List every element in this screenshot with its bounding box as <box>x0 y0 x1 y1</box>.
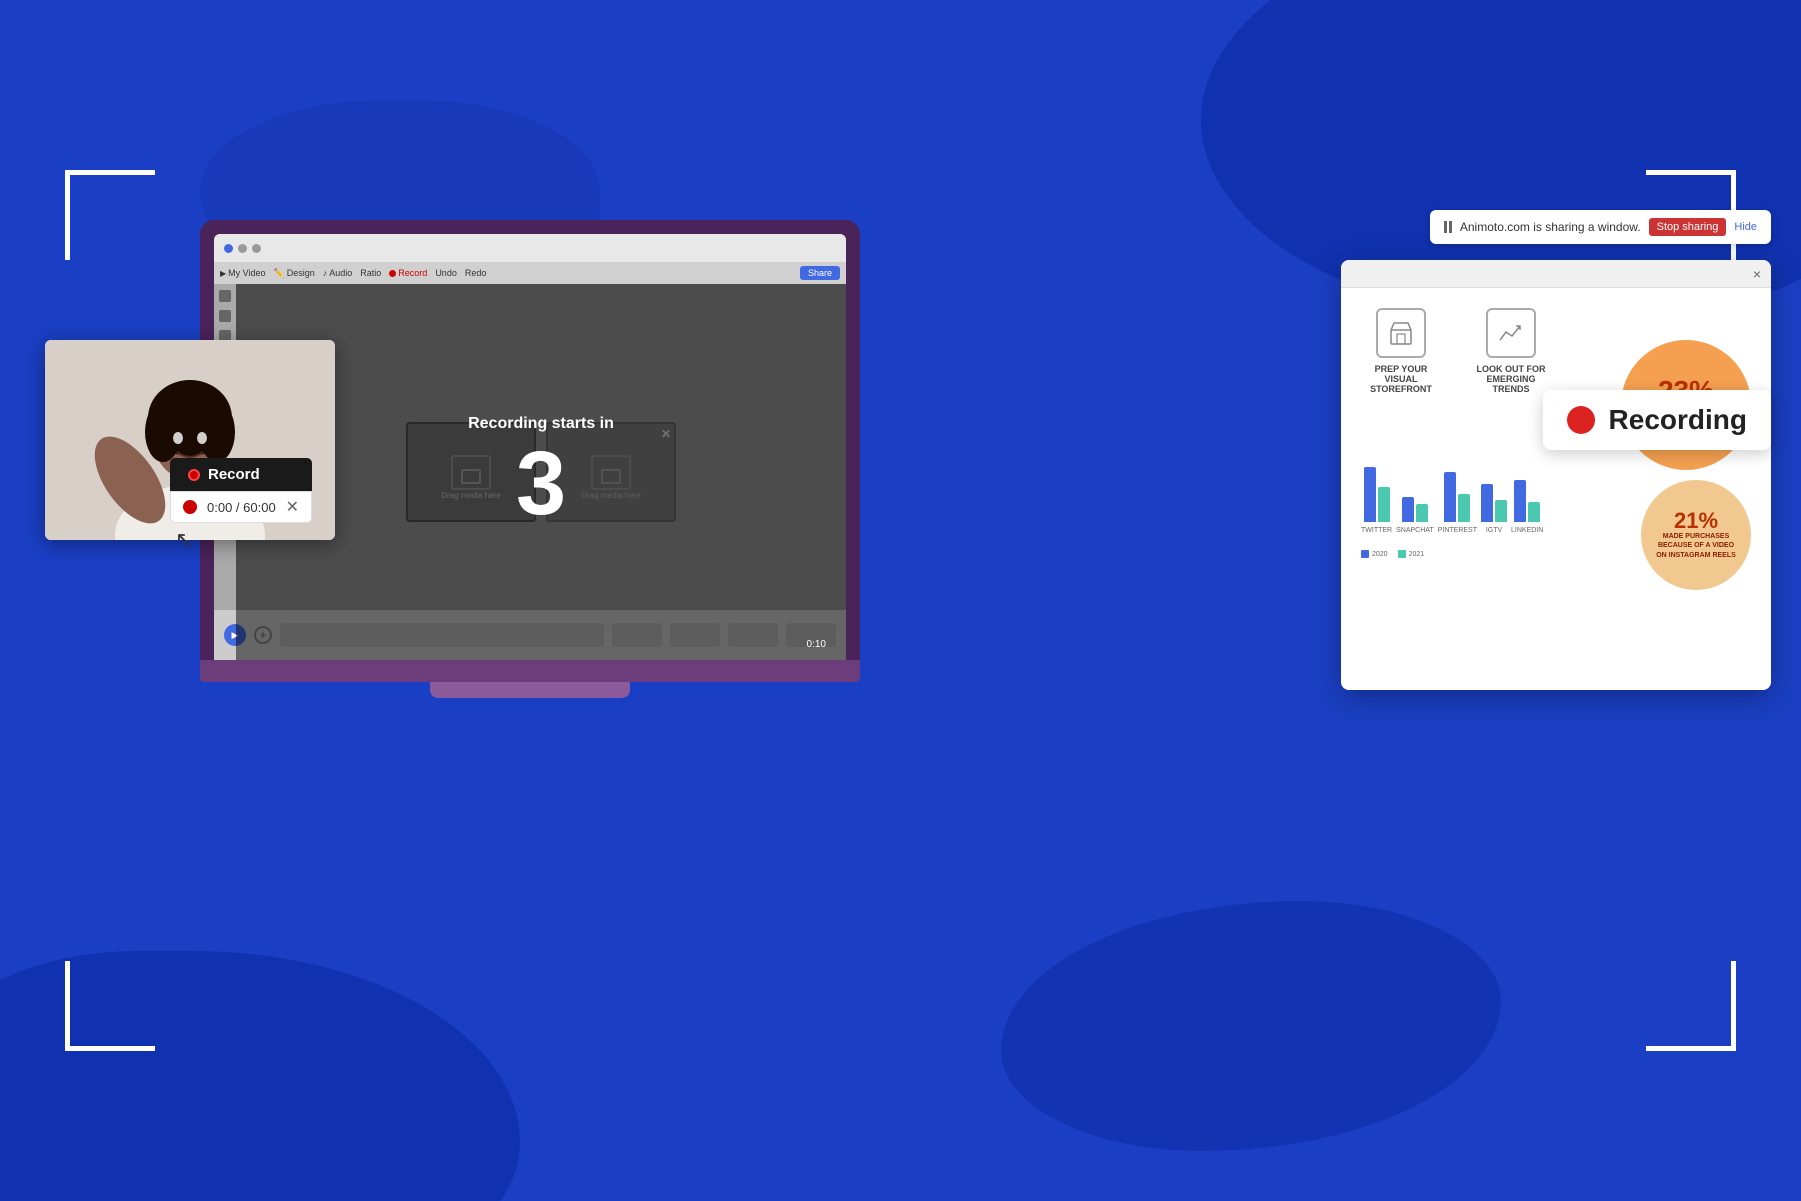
timer-red-dot <box>183 500 197 514</box>
sidebar-icon-1 <box>219 290 231 302</box>
bar-snapchat-2020 <box>1402 497 1414 522</box>
panel-trends-block: LOOK OUT FOREMERGING TRENDS <box>1471 308 1551 394</box>
corner-bracket-br <box>1646 961 1736 1051</box>
record-button-text: Record <box>208 466 260 483</box>
recording-badge: Recording <box>1543 390 1771 450</box>
bubble-text-2: MADE PURCHASES BECAUSE OF A VIDEO ON INS… <box>1656 532 1736 559</box>
bubble-container: 23% MADE PURCHASES BECAUSE OF A VIDEO ON… <box>1621 340 1751 590</box>
bar-snapchat-2021 <box>1416 504 1428 522</box>
sharing-bar: Animoto.com is sharing a window. Stop sh… <box>1430 210 1771 244</box>
bar-twitter-2020 <box>1364 467 1376 522</box>
legend-2020: 2020 <box>1361 550 1388 558</box>
pause-icon <box>1444 221 1452 233</box>
bar-pinterest-2021 <box>1458 494 1470 522</box>
laptop-base <box>200 660 860 682</box>
browser-toolbar: ▶ My Video ✏️ Design ♪ Audio Ratio Recor… <box>214 262 846 284</box>
bar-pinterest-2020 <box>1444 472 1456 522</box>
chart-label-pinterest: PINTEREST <box>1438 527 1477 534</box>
editor-timer: 0:10 <box>807 639 826 650</box>
bubble-percent-2: 21% <box>1674 510 1718 532</box>
bar-igtv-2020 <box>1481 484 1493 522</box>
chart-group-linkedin: LINKEDIN <box>1511 480 1543 534</box>
panel-header: × <box>1341 260 1771 288</box>
chart-label-snapchat: SNAPCHAT <box>1396 527 1434 534</box>
bar-twitter-2021 <box>1378 487 1390 522</box>
chart-label-igtv: IGTV <box>1486 527 1502 534</box>
bar-igtv-2021 <box>1495 500 1507 522</box>
legend-2021: 2021 <box>1398 550 1425 558</box>
stat-bubble-reels: 21% MADE PURCHASES BECAUSE OF A VIDEO ON… <box>1641 480 1751 590</box>
corner-bracket-bl <box>65 961 155 1051</box>
window-dot-3 <box>252 244 261 253</box>
toolbar-redo[interactable]: Redo <box>465 268 487 278</box>
bg-wave-4 <box>1001 901 1501 1151</box>
hide-button[interactable]: Hide <box>1734 221 1757 233</box>
window-dot-1 <box>224 244 233 253</box>
countdown-number: 3 <box>516 439 566 529</box>
recording-dot-icon <box>1567 406 1595 434</box>
record-popup: Record 0:00 / 60:00 ✕ ↖ <box>170 458 312 523</box>
recording-starts-text: Recording starts in <box>468 415 614 433</box>
storefront-label: PREP YOUR VISUALSTOREFRONT <box>1361 364 1441 394</box>
trends-label: LOOK OUT FOREMERGING TRENDS <box>1471 364 1551 394</box>
sharing-panel: × PREP YOUR VISUALSTOREFRONT <box>1341 260 1771 690</box>
trends-icon <box>1486 308 1536 358</box>
chart-group-igtv: IGTV <box>1481 484 1507 534</box>
record-button-label[interactable]: Record <box>170 458 312 491</box>
bar-linkedin-2021 <box>1528 502 1540 522</box>
timer-close-button[interactable]: ✕ <box>286 497 299 517</box>
bar-linkedin-2020 <box>1514 480 1526 522</box>
record-timer-bar: 0:00 / 60:00 ✕ <box>170 491 312 523</box>
toolbar-share[interactable]: Share <box>800 266 840 280</box>
close-button[interactable]: × <box>1753 266 1761 282</box>
chart-container: TWITTER SNAPCHAT <box>1361 414 1543 558</box>
chart-area: TWITTER SNAPCHAT <box>1361 414 1543 544</box>
toolbar-audio[interactable]: ♪ Audio <box>323 268 353 278</box>
panel-storefront-block: PREP YOUR VISUALSTOREFRONT <box>1361 308 1441 394</box>
toolbar-undo[interactable]: Undo <box>435 268 457 278</box>
stop-sharing-button[interactable]: Stop sharing <box>1649 218 1727 236</box>
chart-label-linkedin: LINKEDIN <box>1511 527 1543 534</box>
chart-group-snapchat: SNAPCHAT <box>1396 497 1434 534</box>
storefront-icon <box>1376 308 1426 358</box>
sharing-text: Animoto.com is sharing a window. <box>1460 220 1641 234</box>
toolbar-ratio[interactable]: Ratio <box>360 268 381 278</box>
corner-bracket-tl <box>65 170 155 260</box>
laptop-stand <box>430 682 630 698</box>
record-indicator-dot <box>188 469 200 481</box>
chart-legend: 2020 2021 <box>1361 550 1543 558</box>
toolbar-record[interactable]: Record <box>389 268 427 278</box>
chart-group-pinterest: PINTEREST <box>1438 472 1477 534</box>
window-dot-2 <box>238 244 247 253</box>
toolbar-my-video: ▶ My Video <box>220 268 266 278</box>
recording-badge-text: Recording <box>1609 404 1747 436</box>
chart-group-twitter: TWITTER <box>1361 467 1392 534</box>
chart-label-twitter: TWITTER <box>1361 527 1392 534</box>
sidebar-icon-2 <box>219 310 231 322</box>
toolbar-design[interactable]: ✏️ Design <box>274 268 315 279</box>
browser-chrome <box>214 234 846 262</box>
cursor-icon: ↖ <box>175 527 193 553</box>
timer-text: 0:00 / 60:00 <box>207 500 276 515</box>
